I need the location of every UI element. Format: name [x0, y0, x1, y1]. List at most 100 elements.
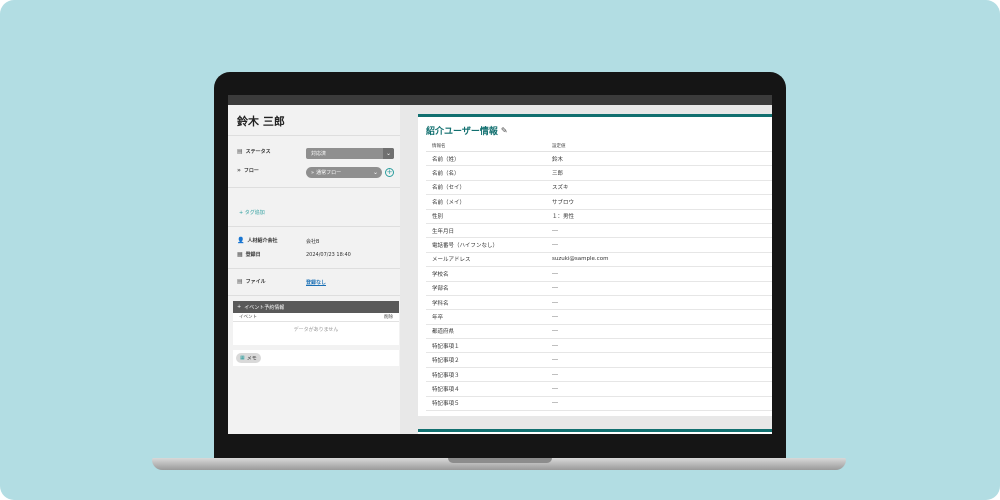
file-label: ▤ ファイル [237, 278, 266, 285]
col-item-header: 情報名 [432, 144, 446, 149]
row-label: 学校名 [432, 271, 449, 278]
row-value: --- [552, 270, 558, 277]
registered-label: ▦ 登録日 [237, 251, 261, 258]
table-row: 特記事項５ --- [426, 397, 772, 412]
divider [228, 187, 400, 188]
table-row: 性別 １：男性 [426, 210, 772, 224]
table-row: 特記事項２ --- [426, 353, 772, 368]
table-row: 特記事項４ --- [426, 382, 772, 397]
row-value: --- [552, 299, 558, 306]
memo-panel: ▦ メモ [233, 350, 399, 366]
event-panel-header[interactable]: + イベント予約情報 [233, 301, 399, 313]
memo-button[interactable]: ▦ メモ [236, 353, 261, 363]
row-label: 学部名 [432, 286, 449, 293]
table-row: 名前（メイ） サブロウ [426, 195, 772, 210]
col-value-header: 設定値 [552, 144, 566, 149]
agency-label-text: 人材紹介会社 [247, 238, 278, 244]
delete-col-label: 削除 [384, 315, 393, 320]
row-value: １：男性 [552, 214, 575, 221]
table-row: 学部名 --- [426, 282, 772, 296]
table-row: 年卒 --- [426, 310, 772, 325]
status-label: ▤ ステータス [237, 148, 271, 155]
candidate-sidebar: 鈴木 三郎 ▤ ステータス 対応済 ⌄ » フロー » 通常フロー ⌄ + + … [228, 105, 400, 434]
table-row: 名前（名） 三郎 [426, 166, 772, 181]
table-row: 生年月日 --- [426, 224, 772, 239]
laptop-notch [448, 458, 552, 463]
table-row: 電話番号（ハイフンなし） --- [426, 238, 772, 253]
table-row: 特記事項１ --- [426, 339, 772, 354]
flow-select-value: 通常フロー [316, 170, 342, 176]
row-label: 特記事項５ [432, 401, 460, 408]
row-label: 名前（セイ） [432, 185, 466, 192]
row-value: スズキ [552, 185, 569, 192]
row-value: --- [552, 227, 558, 234]
plus-icon: + [237, 304, 242, 310]
row-label: 都道府県 [432, 329, 455, 336]
row-value: --- [552, 313, 558, 320]
agency-label: 👤 人材紹介会社 [237, 237, 278, 244]
event-table-header: イベント 削除 [233, 313, 399, 322]
row-value: 鈴木 [552, 156, 564, 163]
row-label: メールアドレス [432, 257, 471, 264]
double-chevron-icon: » [237, 167, 241, 174]
add-flow-button[interactable]: + [385, 168, 394, 177]
divider [228, 226, 400, 227]
user-info-table: 情報名 設定値 名前（姓） 鈴木名前（名） 三郎名前（セイ） スズキ名前（メイ） サブロ… [426, 141, 772, 412]
flow-label: » フロー [237, 167, 259, 174]
event-col-label: イベント [239, 315, 257, 320]
event-empty-message: データがありません [293, 326, 339, 333]
app-top-bar [228, 95, 772, 105]
calendar-icon: ▦ [237, 251, 243, 258]
pencil-icon[interactable]: ✎ [501, 126, 508, 135]
registered-label-text: 登録日 [245, 252, 261, 258]
row-label: 名前（姓） [432, 156, 460, 163]
row-label: 名前（名） [432, 171, 460, 178]
divider [228, 295, 400, 296]
double-chevron-icon: » [311, 169, 315, 176]
table-row: 都道府県 --- [426, 325, 772, 340]
table-row: 学科名 --- [426, 296, 772, 311]
status-label-text: ステータス [245, 149, 271, 155]
table-row: 学校名 --- [426, 267, 772, 282]
registered-value: 2024/07/23 18:40 [306, 252, 351, 258]
row-label: 名前（メイ） [432, 199, 466, 206]
row-label: 特記事項３ [432, 372, 460, 379]
table-header: 情報名 設定値 [426, 141, 772, 152]
card-title: 紹介ユーザー情報 ✎ [426, 124, 508, 137]
status-select[interactable]: 対応済 ⌄ [306, 148, 394, 159]
flow-label-text: フロー [243, 168, 259, 174]
row-value: --- [552, 285, 558, 292]
chevron-down-icon: ⌄ [383, 148, 394, 159]
add-tag-button[interactable]: + タグ追加 [239, 209, 265, 216]
row-label: 性別 [432, 214, 444, 221]
row-value: --- [552, 385, 558, 392]
row-value: --- [552, 342, 558, 349]
row-label: 年卒 [432, 314, 444, 321]
event-panel-title: イベント予約情報 [244, 304, 285, 311]
event-reservation-panel: + イベント予約情報 イベント 削除 データがありません [233, 301, 399, 345]
folder-icon: ▤ [237, 278, 243, 285]
flow-select[interactable]: » 通常フロー ⌄ [306, 167, 382, 178]
row-label: 学科名 [432, 300, 449, 307]
row-value: suzuki@sample.com [552, 256, 609, 263]
memo-icon: ▦ [240, 355, 245, 361]
referred-user-info-card: 紹介ユーザー情報 ✎ 情報名 設定値 名前（姓） 鈴木名前（名） 三郎名前（セイ） ス… [418, 114, 772, 416]
next-card [418, 429, 772, 434]
row-value: --- [552, 242, 558, 249]
laptop-screen: 鈴木 三郎 ▤ ステータス 対応済 ⌄ » フロー » 通常フロー ⌄ + + … [228, 95, 772, 434]
table-row: 名前（姓） 鈴木 [426, 152, 772, 167]
agency-value: 会社B [306, 239, 320, 245]
row-value: 三郎 [552, 171, 564, 178]
memo-label: メモ [246, 355, 257, 362]
table-row: 特記事項３ --- [426, 368, 772, 383]
row-value: --- [552, 357, 558, 364]
row-label: 電話番号（ハイフンなし） [432, 243, 499, 250]
row-value: --- [552, 371, 558, 378]
candidate-name: 鈴木 三郎 [237, 115, 285, 128]
file-link[interactable]: 登録なし [306, 279, 326, 286]
person-icon: 👤 [237, 237, 245, 244]
row-label: 生年月日 [432, 228, 455, 235]
row-value: --- [552, 328, 558, 335]
divider [228, 135, 400, 136]
file-label-text: ファイル [245, 279, 266, 285]
